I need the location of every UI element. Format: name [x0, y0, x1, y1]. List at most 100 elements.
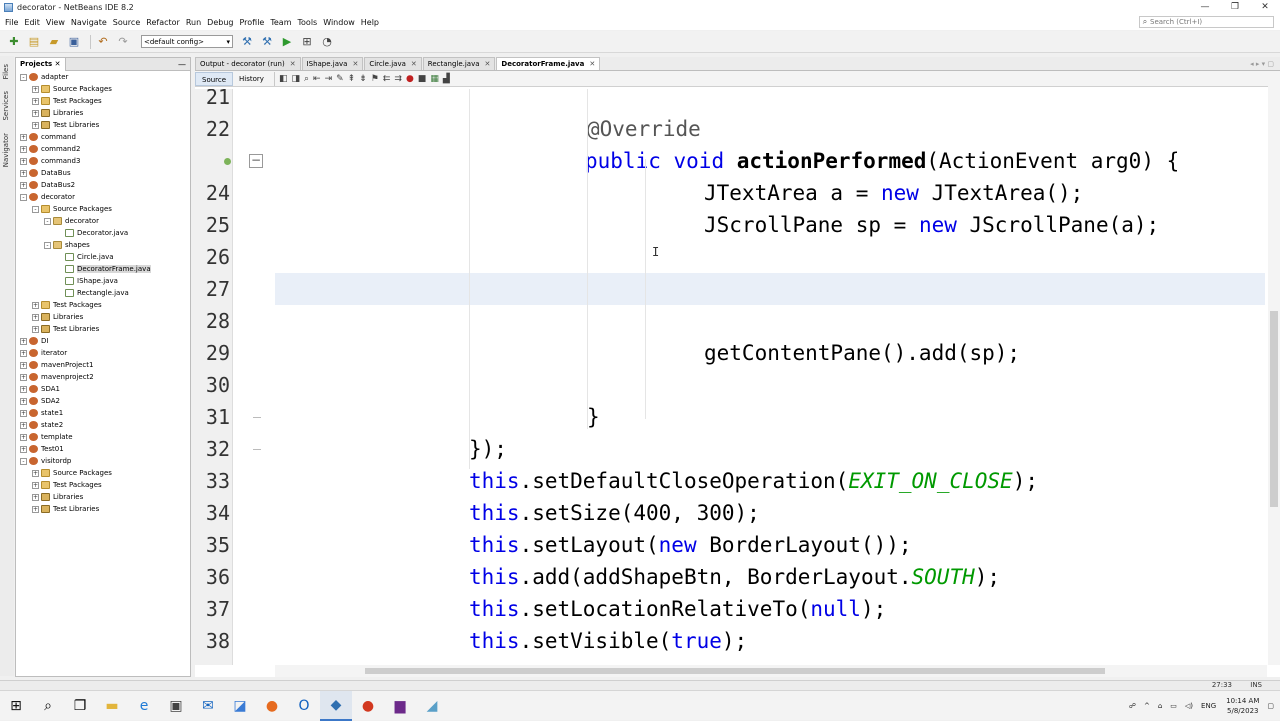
start-windows-icon[interactable]: ⊞	[0, 691, 32, 721]
tree-node[interactable]: + DataBus	[16, 167, 190, 179]
menu-edit[interactable]: Edit	[21, 15, 43, 30]
tree-node[interactable]: Rectangle.java	[16, 287, 190, 299]
file-tab[interactable]: DecoratorFrame.java ✕	[496, 57, 601, 70]
tree-node[interactable]: + template	[16, 431, 190, 443]
language-indicator[interactable]: ENG	[1201, 702, 1216, 710]
tree-node[interactable]: + Libraries	[16, 491, 190, 503]
debug-project-icon[interactable]: ⊞	[299, 34, 315, 50]
expand-icon[interactable]: +	[32, 481, 39, 489]
expand-icon[interactable]: +	[20, 361, 27, 369]
undo-icon[interactable]: ↶	[95, 34, 111, 50]
tree-node[interactable]: + mavenproject2	[16, 371, 190, 383]
tree-node[interactable]: DecoratorFrame.java	[16, 263, 190, 275]
expand-icon[interactable]: +	[32, 505, 39, 513]
close-icon[interactable]: ✕	[352, 60, 358, 68]
menu-file[interactable]: File	[2, 15, 21, 30]
task-view-icon[interactable]: ❐	[64, 691, 96, 721]
new-project-icon[interactable]: ✚	[6, 34, 22, 50]
collapse-icon[interactable]: -	[44, 217, 51, 225]
profile-project-icon[interactable]: ◔	[319, 34, 335, 50]
forward-icon[interactable]: ◨	[291, 74, 300, 84]
expand-icon[interactable]: +	[20, 169, 27, 177]
file-explorer-icon[interactable]: ▬	[96, 691, 128, 721]
projects-tab[interactable]: Projects ✕	[16, 57, 66, 71]
expand-icon[interactable]: +	[20, 433, 27, 441]
firefox-icon[interactable]: ●	[256, 691, 288, 721]
collapse-icon[interactable]: -	[20, 193, 27, 201]
tree-node[interactable]: + state2	[16, 419, 190, 431]
collapse-fold-icon[interactable]: −	[249, 154, 263, 168]
close-icon[interactable]: ✕	[55, 60, 61, 68]
horizontal-scroll-thumb[interactable]	[365, 668, 1105, 674]
code-editor[interactable]: 21 22 @Override public void actionPerformed…	[195, 89, 1267, 665]
build-hammer-icon[interactable]: ⚒	[239, 34, 255, 50]
expand-icon[interactable]: +	[20, 421, 27, 429]
app-icon[interactable]: ▆	[384, 691, 416, 721]
open-project-icon[interactable]: ▰	[46, 34, 62, 50]
uncomment-icon[interactable]: ▟	[443, 74, 450, 84]
save-all-icon[interactable]: ▣	[66, 34, 82, 50]
expand-icon[interactable]: +	[32, 469, 39, 477]
search-icon[interactable]: ⌕	[32, 691, 64, 721]
tree-node[interactable]: - decorator	[16, 191, 190, 203]
new-file-icon[interactable]: ▤	[26, 34, 42, 50]
expand-icon[interactable]: +	[20, 145, 27, 153]
tree-node[interactable]: + Test Packages	[16, 479, 190, 491]
menu-navigate[interactable]: Navigate	[68, 15, 110, 30]
run-project-icon[interactable]: ▶	[279, 34, 295, 50]
services-side-tab[interactable]: Services	[2, 87, 10, 125]
find-icon[interactable]: ⌕	[304, 74, 309, 84]
minimize-button[interactable]: —	[1190, 0, 1220, 15]
expand-icon[interactable]: +	[20, 181, 27, 189]
tree-node[interactable]: - adapter	[16, 71, 190, 83]
tree-node[interactable]: - decorator	[16, 215, 190, 227]
tree-node[interactable]: + Test Libraries	[16, 323, 190, 335]
file-tab[interactable]: Output - decorator (run) ✕	[195, 57, 301, 70]
expand-icon[interactable]: +	[32, 109, 39, 117]
clean-build-icon[interactable]: ⚒	[259, 34, 275, 50]
notes-app-icon[interactable]: ◢	[416, 691, 448, 721]
tree-node[interactable]: Circle.java	[16, 251, 190, 263]
source-mode-tab[interactable]: Source	[195, 71, 234, 86]
tree-node[interactable]: + state1	[16, 407, 190, 419]
expand-icon[interactable]: +	[20, 409, 27, 417]
menu-run[interactable]: Run	[183, 15, 204, 30]
expand-icon[interactable]: +	[32, 493, 39, 501]
find-previous-icon[interactable]: ⇤	[313, 74, 321, 84]
tree-node[interactable]: + Test Packages	[16, 299, 190, 311]
close-icon[interactable]: ✕	[589, 60, 595, 68]
history-mode-tab[interactable]: History	[233, 72, 270, 86]
notification-icon[interactable]: ▢	[1267, 702, 1274, 710]
expand-icon[interactable]: +	[20, 397, 27, 405]
mail-icon[interactable]: ✉	[192, 691, 224, 721]
expand-icon[interactable]: +	[20, 445, 27, 453]
horizontal-scrollbar[interactable]	[275, 665, 1267, 677]
expand-icon[interactable]: +	[32, 85, 39, 93]
expand-icon[interactable]: +	[20, 373, 27, 381]
tree-node[interactable]: + DataBus2	[16, 179, 190, 191]
tree-node[interactable]: IShape.java	[16, 275, 190, 287]
tree-node[interactable]: + Source Packages	[16, 467, 190, 479]
close-icon[interactable]: ✕	[411, 60, 417, 68]
menu-debug[interactable]: Debug	[204, 15, 236, 30]
menu-view[interactable]: View	[43, 15, 68, 30]
navigator-side-tab[interactable]: Navigator	[2, 129, 10, 171]
record-macro-icon[interactable]: ■	[418, 74, 427, 84]
minimize-panel-icon[interactable]: —	[178, 60, 186, 69]
battery-icon[interactable]: ▭	[1170, 702, 1177, 710]
tree-node[interactable]: + iterator	[16, 347, 190, 359]
clock[interactable]: 10:14 AM 5/8/2023	[1226, 696, 1259, 716]
menu-source[interactable]: Source	[110, 15, 143, 30]
comment-icon[interactable]: ▦	[430, 74, 439, 84]
search-box[interactable]: ⌕ Search (Ctrl+I)	[1139, 16, 1274, 28]
collapse-icon[interactable]: -	[44, 241, 51, 249]
tree-node[interactable]: + Source Packages	[16, 83, 190, 95]
tree-node[interactable]: + DI	[16, 335, 190, 347]
tree-node[interactable]: + Test Libraries	[16, 503, 190, 515]
user-icon[interactable]: ☍	[1129, 702, 1136, 710]
expand-icon[interactable]: +	[20, 385, 27, 393]
menu-window[interactable]: Window	[320, 15, 358, 30]
previous-bookmark-icon[interactable]: ⇞	[348, 74, 356, 84]
volume-icon[interactable]: ◁)	[1185, 702, 1193, 710]
expand-icon[interactable]: +	[20, 337, 27, 345]
